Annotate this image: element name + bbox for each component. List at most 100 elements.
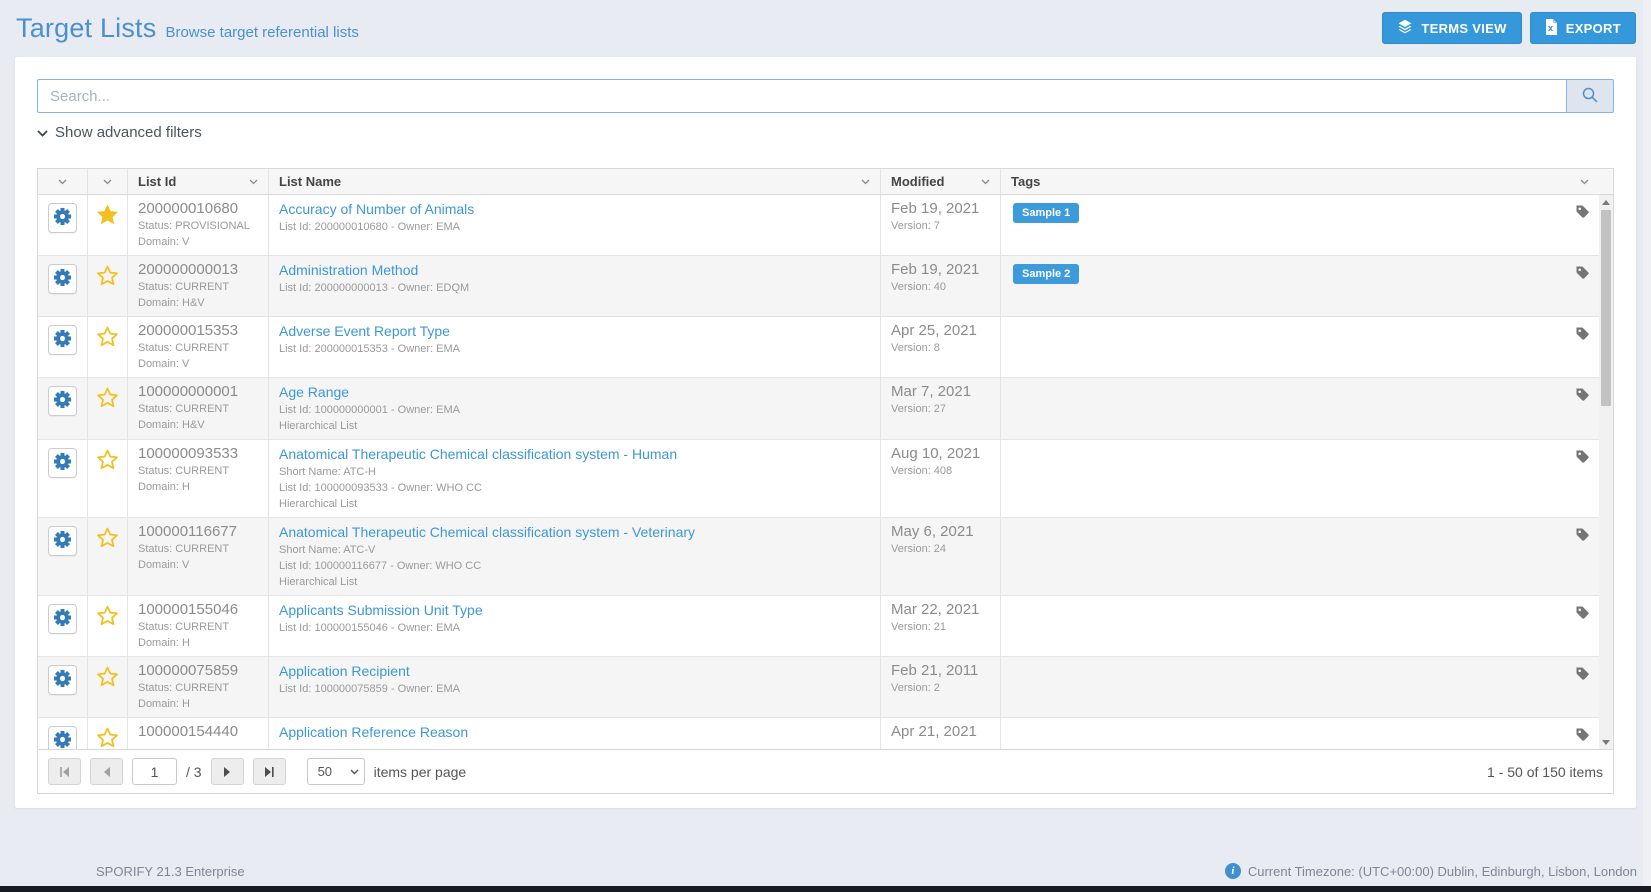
search-button[interactable] [1566,79,1614,113]
cell-list-id: 100000154440 [128,718,269,749]
favorite-star-icon[interactable] [97,527,118,590]
column-label: List Name [279,174,341,189]
list-name-link[interactable]: Adverse Event Report Type [279,322,450,340]
list-name-link[interactable]: Administration Method [279,261,418,279]
modified-date: May 6, 2021 [891,523,990,541]
table-scrollbar[interactable] [1599,195,1613,749]
page-scrollbar[interactable] [1643,0,1651,886]
row-settings-button[interactable] [48,325,77,355]
cell-favorite [88,718,128,749]
cell-settings [38,596,88,656]
page-number-input[interactable] [132,758,177,785]
favorite-star-icon[interactable] [97,666,118,712]
header-cell-list-id: List Id [128,169,269,194]
list-id-value: 200000010680 [138,200,258,218]
column-menu-chevron[interactable] [859,177,872,187]
table-body-wrap: 200000010680 Status: PROVISIONAL Domain:… [38,195,1613,749]
modified-date: Mar 7, 2021 [891,383,990,401]
cell-list-name: Applicants Submission Unit Type List Id:… [269,596,881,656]
favorite-star-icon[interactable] [97,204,118,250]
cell-tags [1001,317,1599,377]
row-settings-button[interactable] [48,604,77,634]
favorite-star-icon[interactable] [97,265,118,311]
favorite-star-icon[interactable] [97,326,118,372]
scroll-up-arrow[interactable] [1599,195,1613,209]
tag-icon[interactable] [1575,727,1590,742]
next-page-button[interactable] [211,758,244,785]
list-name-link[interactable]: Anatomical Therapeutic Chemical classifi… [279,523,695,541]
row-settings-button[interactable] [48,264,77,294]
first-page-button[interactable] [48,758,81,785]
column-menu-chevron[interactable] [1578,177,1591,187]
row-settings-button[interactable] [48,448,77,478]
total-pages-label: / 3 [186,764,202,780]
cell-tags [1001,718,1599,749]
row-settings-button[interactable] [48,203,77,233]
favorite-star-icon[interactable] [97,727,118,749]
cell-modified: Mar 7, 2021 Version: 27 [881,378,1001,439]
scrollbar-thumb[interactable] [1601,210,1611,406]
tag-badge[interactable]: Sample 1 [1013,203,1079,223]
cell-modified: Feb 21, 2011 Version: 2 [881,657,1001,717]
cell-modified: Feb 19, 2021 Version: 7 [881,195,1001,255]
modified-date: Apr 25, 2021 [891,322,990,340]
favorite-star-icon[interactable] [97,387,118,434]
terms-view-label: TERMS VIEW [1421,21,1506,36]
previous-page-button[interactable] [90,758,123,785]
cell-tags [1001,518,1599,595]
list-name-link[interactable]: Anatomical Therapeutic Chemical classifi… [279,445,677,463]
row-settings-button[interactable] [48,726,77,749]
list-name-link[interactable]: Application Reference Reason [279,723,468,741]
advanced-filters-toggle[interactable]: Show advanced filters [37,124,202,141]
gear-icon [53,730,72,749]
items-per-page-select[interactable]: 50 [307,758,365,785]
list-name-link[interactable]: Applicants Submission Unit Type [279,601,483,619]
tag-icon[interactable] [1575,527,1590,542]
tag-icon[interactable] [1575,265,1590,280]
tag-badge[interactable]: Sample 2 [1013,264,1079,284]
row-settings-button[interactable] [48,386,77,416]
tag-icon[interactable] [1575,666,1590,681]
last-page-button[interactable] [253,758,286,785]
status-line: Status: PROVISIONAL [138,219,258,234]
scroll-down-arrow[interactable] [1599,735,1613,749]
timezone-wrap: i Current Timezone: (UTC+00:00) Dublin, … [1225,863,1637,879]
top-bar: Target Lists Browse target referential l… [0,0,1651,44]
svg-text:x: x [1548,23,1553,33]
export-button[interactable]: x EXPORT [1530,12,1636,44]
column-menu-chevron[interactable] [101,177,114,187]
table-header: List Id List Name Modified Tags [38,169,1613,195]
table-row: 200000000013 Status: CURRENT Domain: H&V… [38,256,1599,317]
favorite-star-icon[interactable] [97,605,118,651]
tag-icon[interactable] [1575,605,1590,620]
column-menu-chevron[interactable] [56,177,69,187]
status-line: Status: CURRENT [138,341,258,356]
row-settings-button[interactable] [48,526,77,556]
list-detail-line: List Id: 100000075859 - Owner: EMA [279,682,870,697]
tag-icon[interactable] [1575,387,1590,402]
terms-view-button[interactable]: TERMS VIEW [1382,12,1521,44]
search-input[interactable] [37,79,1566,113]
cell-settings [38,440,88,517]
items-per-page-label: items per page [374,764,467,780]
cell-settings [38,195,88,255]
cell-list-id: 200000000013 Status: CURRENT Domain: H&V [128,256,269,316]
list-name-link[interactable]: Accuracy of Number of Animals [279,200,474,218]
tag-icon[interactable] [1575,449,1590,464]
status-line: Status: CURRENT [138,681,258,696]
column-label: List Id [138,174,176,189]
info-icon: i [1225,863,1241,879]
row-settings-button[interactable] [48,665,77,695]
list-name-link[interactable]: Age Range [279,383,349,401]
list-name-link[interactable]: Application Recipient [279,662,410,680]
tag-icon[interactable] [1575,326,1590,341]
pagination-bar: / 3 50 items per page 1 - 50 of 150 item… [38,749,1613,793]
gear-icon [53,530,72,552]
column-menu-chevron[interactable] [247,177,260,187]
target-lists-table: List Id List Name Modified Tags [37,168,1614,794]
favorite-star-icon[interactable] [97,449,118,512]
short-name-line: Short Name: ATC-H [279,465,870,480]
tag-icon[interactable] [1575,204,1590,219]
column-menu-chevron[interactable] [979,177,992,187]
layers-icon [1397,19,1413,38]
